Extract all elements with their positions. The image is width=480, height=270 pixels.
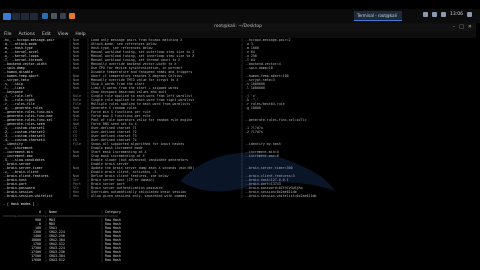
top-panel: Terminal - root@kali 13:06: [0, 9, 480, 23]
hash-mode-category: Raw Hash: [104, 258, 121, 262]
network-icon[interactable]: [423, 12, 429, 17]
workspace-4[interactable]: [30, 12, 38, 20]
power-icon[interactable]: [467, 12, 472, 17]
clock[interactable]: 13:06: [450, 12, 463, 17]
option-flag: --brain-session-whitelist: [3, 194, 53, 198]
hash-mode-number: 17600: [31, 258, 41, 262]
menu-file[interactable]: File: [4, 32, 12, 37]
battery-icon[interactable]: [441, 12, 447, 17]
kali-dragon-watermark: [180, 152, 335, 192]
close-icon[interactable]: ✕: [468, 23, 472, 31]
system-tray: 13:06: [423, 12, 472, 17]
maximize-icon[interactable]: □: [459, 23, 464, 31]
terminal-launcher-icon[interactable]: [60, 13, 66, 19]
taskbar-terminal-button[interactable]: Terminal - root@kali: [354, 11, 402, 21]
menu-view[interactable]: View: [58, 32, 69, 37]
window-title: root@kali: ~/Desktop: [213, 24, 263, 29]
hash-mode-row: 17600 | SHA3-512 | Raw Hash: [3, 258, 473, 262]
volume-icon[interactable]: [432, 12, 438, 17]
hash-mode-name: SHA3-512: [48, 258, 65, 262]
workspace-3[interactable]: [21, 12, 29, 20]
terminal-menubar: File Actions Edit View Help: [0, 31, 476, 38]
kali-menu-icon[interactable]: [42, 13, 48, 19]
file-manager-icon[interactable]: [51, 13, 57, 19]
window-controls: – □ ✕: [453, 23, 472, 31]
workspace-2[interactable]: [12, 12, 20, 20]
launcher-bar: [42, 13, 75, 19]
menu-edit[interactable]: Edit: [42, 32, 51, 37]
menu-help[interactable]: Help: [75, 32, 85, 37]
desktop: Terminal - root@kali 13:06 root@kali: ~/…: [0, 0, 480, 270]
browser-icon[interactable]: [69, 13, 75, 19]
hash-modes-table: 900 | MD4 | Raw Hash 0 | MD5 | Raw Hash 100 | S…: [3, 218, 473, 262]
minimize-icon[interactable]: –: [453, 23, 456, 31]
workspace-switcher[interactable]: [3, 12, 38, 20]
workspace-1[interactable]: [3, 12, 11, 20]
terminal-window: root@kali: ~/Desktop – □ ✕ File Actions …: [0, 23, 476, 264]
option-type: Hex: [72, 194, 79, 198]
terminal-titlebar[interactable]: root@kali: ~/Desktop – □ ✕: [0, 23, 476, 31]
menu-actions[interactable]: Actions: [19, 32, 35, 37]
